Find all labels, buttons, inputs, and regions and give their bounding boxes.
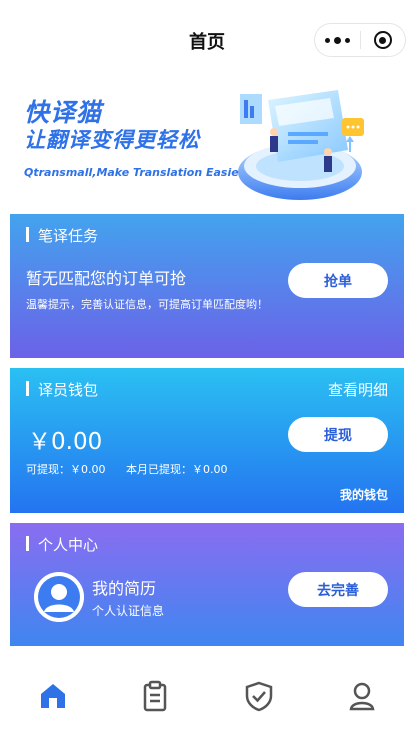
certification-info-label: 个人认证信息 bbox=[92, 604, 165, 618]
task-card-title: 笔译任务 bbox=[38, 227, 99, 245]
tab-certification[interactable] bbox=[239, 676, 279, 716]
available-to-withdraw: 可提现：￥0.00 bbox=[26, 463, 106, 476]
personal-center-card: 个人中心 我的简历 个人认证信息 去完善 bbox=[10, 523, 404, 646]
mini-program-capsule bbox=[314, 23, 406, 57]
certification-icon bbox=[245, 681, 273, 712]
brand-slogan: 让翻译变得更轻松 bbox=[24, 128, 200, 152]
complete-profile-button[interactable]: 去完善 bbox=[288, 572, 388, 607]
view-details-link[interactable]: 查看明细 bbox=[328, 379, 388, 400]
title-accent-bar bbox=[26, 381, 29, 396]
wallet-card-title: 译员钱包 bbox=[38, 381, 99, 399]
bottom-tab-bar bbox=[0, 656, 414, 736]
my-wallet-link[interactable]: 我的钱包 bbox=[340, 486, 388, 503]
my-resume-label: 我的简历 bbox=[92, 579, 157, 598]
withdraw-button[interactable]: 提现 bbox=[288, 417, 388, 452]
orders-icon bbox=[143, 680, 167, 712]
title-accent-bar bbox=[26, 536, 29, 551]
profile-icon bbox=[349, 682, 375, 711]
no-orders-message: 暂无匹配您的订单可抢 bbox=[26, 269, 187, 288]
top-navigation-bar: 首页 bbox=[0, 0, 414, 80]
wallet-balance: ￥0.00 bbox=[28, 429, 103, 455]
avatar[interactable] bbox=[34, 572, 84, 622]
task-tip: 温馨提示，完善认证信息，可提高订单匹配度哟！ bbox=[26, 298, 268, 311]
tab-home[interactable] bbox=[33, 676, 73, 716]
translation-task-card: 笔译任务 暂无匹配您的订单可抢 温馨提示，完善认证信息，可提高订单匹配度哟！ 抢… bbox=[10, 214, 404, 358]
profile-card-title: 个人中心 bbox=[38, 536, 99, 554]
brand-english-slogan: Qtransmall,Make Translation Easier bbox=[24, 166, 245, 179]
more-menu-icon[interactable] bbox=[315, 24, 360, 56]
tab-profile[interactable] bbox=[342, 676, 382, 716]
translation-illustration-icon bbox=[238, 90, 364, 200]
grab-order-button[interactable]: 抢单 bbox=[288, 263, 388, 298]
title-accent-bar bbox=[26, 227, 29, 242]
tab-orders[interactable] bbox=[135, 676, 175, 716]
translator-wallet-card: 译员钱包 查看明细 ￥0.00 提现 可提现：￥0.00 本月已提现：￥0.00… bbox=[10, 368, 404, 513]
close-mini-program-icon[interactable] bbox=[360, 24, 405, 56]
home-icon bbox=[41, 684, 65, 708]
withdrawn-this-month: 本月已提现：￥0.00 bbox=[126, 463, 228, 476]
user-avatar-icon bbox=[34, 572, 84, 622]
hero-banner: 快译猫 让翻译变得更轻松 Qtransmall,Make Translation… bbox=[0, 80, 414, 210]
